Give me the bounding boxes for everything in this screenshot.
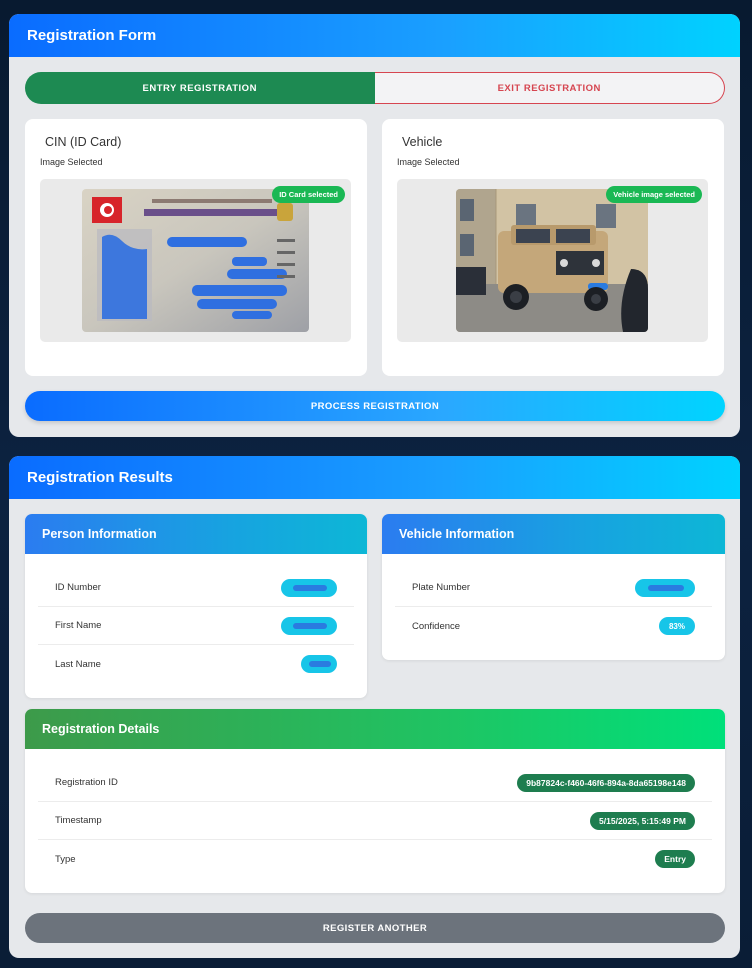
vehicle-upload-card[interactable]: Vehicle Image Selected Vehicle image sel…: [382, 119, 724, 376]
first-name-row: First Name: [38, 607, 354, 645]
vehicle-information-header: Vehicle Information: [382, 514, 725, 554]
form-title: Registration Form: [9, 14, 740, 57]
type-value: Entry: [655, 850, 695, 868]
register-another-button[interactable]: REGISTER ANOTHER: [25, 913, 725, 943]
process-registration-button[interactable]: PROCESS REGISTRATION: [25, 391, 725, 421]
registration-type-toggle: ENTRY REGISTRATION EXIT REGISTRATION: [25, 72, 725, 104]
vehicle-selected-badge: Vehicle image selected: [606, 186, 702, 203]
person-information-card: Person Information ID Number First Name …: [25, 514, 367, 698]
last-name-row: Last Name: [38, 645, 354, 683]
cin-image-preview[interactable]: ID Card selected: [40, 179, 351, 342]
id-number-value: [281, 578, 337, 597]
id-card-image: [82, 189, 309, 332]
registration-id-label: Registration ID: [55, 777, 118, 788]
registration-id-value: 9b87824c-f460-46f6-894a-8da65198e148: [517, 773, 695, 792]
timestamp-label: Timestamp: [55, 815, 102, 826]
registration-details-card: Registration Details Registration ID 9b8…: [25, 709, 725, 893]
first-name-value: [281, 616, 337, 635]
plate-number-value: [635, 578, 695, 597]
last-name-label: Last Name: [55, 658, 101, 670]
timestamp-row: Timestamp 5/15/2025, 5:15:49 PM: [38, 802, 712, 840]
vehicle-upload-title: Vehicle: [402, 135, 443, 149]
exit-registration-button[interactable]: EXIT REGISTRATION: [374, 72, 725, 104]
confidence-row: Confidence 83%: [395, 607, 712, 645]
vehicle-upload-status: Image Selected: [397, 157, 460, 167]
timestamp-value: 5/15/2025, 5:15:49 PM: [590, 811, 695, 830]
first-name-label: First Name: [55, 620, 102, 631]
last-name-value: [301, 655, 337, 673]
id-card-selected-badge: ID Card selected: [272, 186, 345, 203]
cin-upload-title: CIN (ID Card): [45, 135, 122, 149]
vehicle-information-card: Vehicle Information Plate Number Confide…: [382, 514, 725, 660]
registration-results-card: Registration Results Person Information …: [9, 456, 740, 958]
plate-number-row: Plate Number: [395, 569, 712, 607]
registration-details-header: Registration Details: [25, 709, 725, 749]
plate-number-label: Plate Number: [412, 582, 471, 593]
person-information-header: Person Information: [25, 514, 367, 554]
type-label: Type: [55, 853, 76, 865]
entry-registration-button[interactable]: ENTRY REGISTRATION: [25, 72, 375, 104]
results-title: Registration Results: [9, 456, 740, 499]
id-number-label: ID Number: [55, 582, 101, 593]
registration-id-row: Registration ID 9b87824c-f460-46f6-894a-…: [38, 764, 712, 802]
cin-upload-status: Image Selected: [40, 157, 103, 167]
type-row: Type Entry: [38, 840, 712, 878]
registration-form-card: Registration Form ENTRY REGISTRATION EXI…: [9, 14, 740, 437]
confidence-value: 83%: [659, 617, 695, 635]
vehicle-image-preview[interactable]: Vehicle image selected: [397, 179, 708, 342]
id-number-row: ID Number: [38, 569, 354, 607]
cin-upload-card[interactable]: CIN (ID Card) Image Selected ID Card sel…: [25, 119, 367, 376]
vehicle-image: [456, 189, 648, 332]
confidence-label: Confidence: [412, 620, 461, 632]
